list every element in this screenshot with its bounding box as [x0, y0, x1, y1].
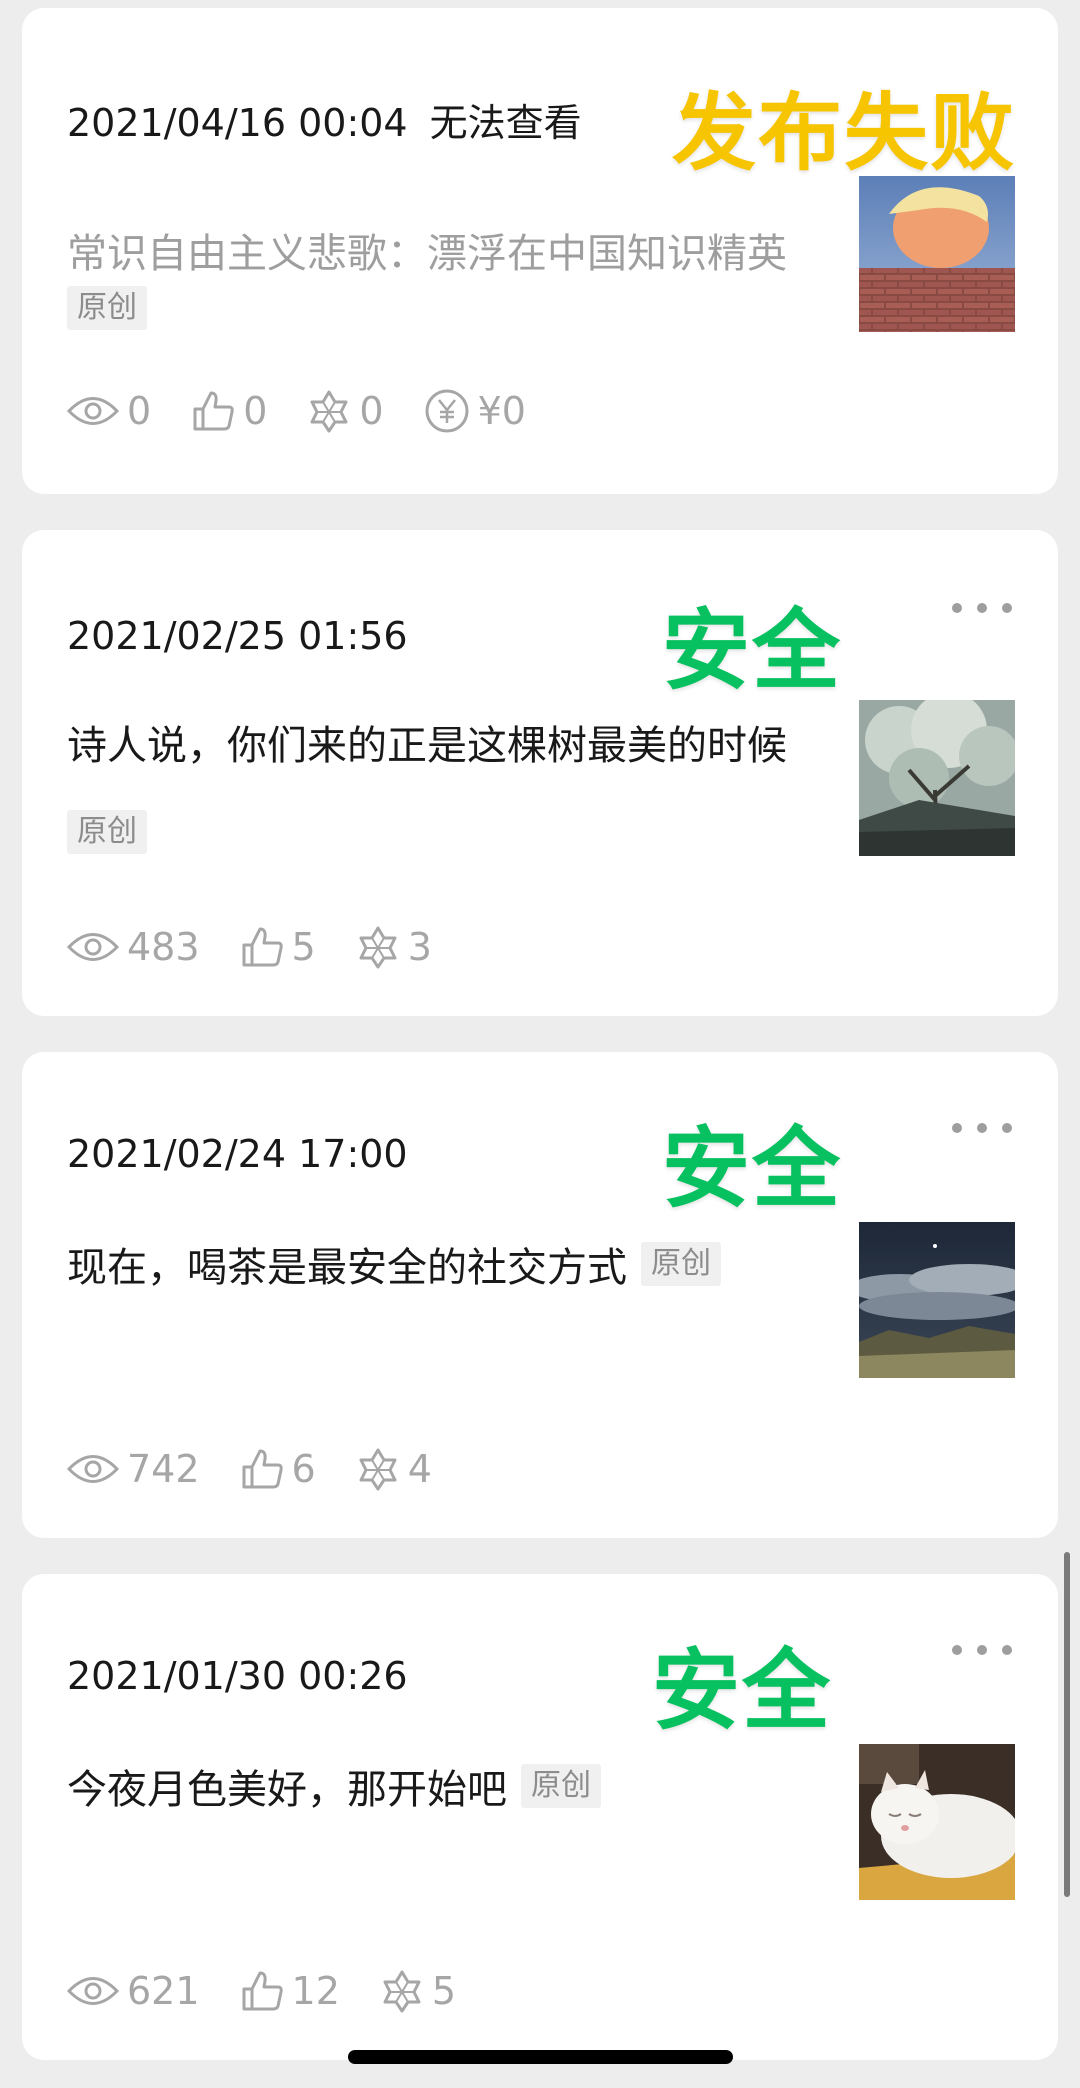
- eye-icon: [67, 1977, 119, 2005]
- views-count: 742: [127, 1447, 200, 1491]
- wow-stat: 5: [380, 1969, 456, 2013]
- article-status: 无法查看: [429, 101, 582, 145]
- likes-count: 5: [291, 925, 316, 969]
- wow-stat: 3: [356, 925, 432, 969]
- safe-overlay: 安全: [652, 1639, 833, 1742]
- dot: [977, 1645, 987, 1655]
- likes-count: 6: [291, 1447, 316, 1491]
- article-meta: 2021/01/30 00:26: [67, 1654, 408, 1698]
- thumbs-up-icon: [193, 391, 234, 431]
- article-date: 2021/01/30 00:26: [67, 1654, 408, 1698]
- dot: [952, 603, 962, 613]
- wow-star-icon: [383, 1970, 421, 2013]
- publish-failed-overlay: 发布失败: [672, 84, 1017, 182]
- thumbs-up-icon: [242, 1449, 283, 1489]
- likes-count: 12: [291, 1969, 340, 2013]
- original-badge: 原创: [67, 810, 147, 854]
- article-card[interactable]: 2021/02/25 01:56 安全 诗人说，你们来的正是这棵树最美的时候 原…: [22, 530, 1058, 1016]
- dot: [1002, 1123, 1012, 1133]
- article-list-page: 2021/04/16 00:04 无法查看 发布失败 常识自由主义悲歌：漂浮在中国…: [0, 0, 1080, 2088]
- dot: [952, 1123, 962, 1133]
- article-title[interactable]: 诗人说，你们来的正是这棵树最美的时候: [67, 713, 787, 771]
- more-options-button[interactable]: [952, 596, 1012, 620]
- original-badge: 原创: [641, 1242, 721, 1286]
- dot: [977, 1123, 987, 1133]
- dot: [1002, 603, 1012, 613]
- article-meta: 2021/04/16 00:04 无法查看: [67, 92, 582, 147]
- more-options-button[interactable]: [952, 1638, 1012, 1662]
- article-thumbnail[interactable]: [859, 1222, 1015, 1378]
- eye-icon: [67, 933, 119, 961]
- article-stats: 483 5 3: [67, 920, 472, 974]
- wow-star-icon: [359, 926, 397, 969]
- wow-stat: 4: [356, 1447, 432, 1491]
- article-title[interactable]: 现在，喝茶是最安全的社交方式: [67, 1235, 627, 1293]
- article-date: 2021/04/16 00:04: [67, 101, 408, 145]
- eye-icon: [67, 1455, 119, 1483]
- views-count: 483: [127, 925, 200, 969]
- article-thumbnail[interactable]: [859, 700, 1015, 856]
- views-stat: 621: [67, 1969, 200, 2013]
- dot: [977, 603, 987, 613]
- article-card[interactable]: 2021/04/16 00:04 无法查看 发布失败 常识自由主义悲歌：漂浮在中国…: [22, 8, 1058, 494]
- article-card[interactable]: 2021/02/24 17:00 安全 现在，喝茶是最安全的社交方式 原创 74…: [22, 1052, 1058, 1538]
- dot: [952, 1645, 962, 1655]
- reward-amount: ¥0: [477, 389, 526, 433]
- views-stat: 0: [67, 389, 151, 433]
- wow-stat: 0: [307, 389, 384, 433]
- views-count: 621: [127, 1969, 200, 2013]
- article-thumbnail[interactable]: [859, 176, 1015, 332]
- likes-stat: 0: [191, 389, 267, 433]
- article-stats: 0 0 0 ¥0: [67, 384, 566, 438]
- original-badge: 原创: [521, 1764, 601, 1808]
- likes-stat: 12: [240, 1969, 340, 2013]
- likes-stat: 6: [240, 1447, 316, 1491]
- thumbs-up-icon: [242, 927, 283, 967]
- article-date: 2021/02/25 01:56: [67, 614, 408, 658]
- safe-overlay: 安全: [662, 1117, 843, 1220]
- likes-stat: 5: [240, 925, 316, 969]
- article-title[interactable]: 今夜月色美好，那开始吧: [67, 1757, 507, 1815]
- wow-count: 5: [431, 1969, 457, 2013]
- article-title-row: 诗人说，你们来的正是这棵树最美的时候: [67, 710, 817, 774]
- wow-count: 4: [407, 1447, 432, 1491]
- article-date: 2021/02/24 17:00: [67, 1132, 408, 1176]
- safe-overlay: 安全: [662, 599, 843, 702]
- views-stat: 742: [67, 1447, 200, 1491]
- article-title[interactable]: 常识自由主义悲歌：漂浮在中国知识精英: [67, 221, 787, 279]
- wow-count: 3: [407, 925, 432, 969]
- original-badge: 原创: [67, 286, 147, 330]
- article-meta: 2021/02/24 17:00: [67, 1132, 408, 1176]
- scrollbar[interactable]: [1064, 1552, 1070, 1897]
- dot: [1002, 1645, 1012, 1655]
- article-stats: 621 12 5: [67, 1964, 496, 2018]
- home-indicator[interactable]: [348, 2050, 733, 2064]
- more-options-button[interactable]: [952, 1116, 1012, 1140]
- likes-count: 0: [243, 389, 268, 433]
- article-title-row: 现在，喝茶是最安全的社交方式 原创: [67, 1232, 817, 1296]
- reward-stat: ¥0: [424, 388, 526, 434]
- thumbs-up-icon: [242, 1971, 283, 2011]
- wow-star-icon: [359, 1448, 397, 1491]
- article-title-row: 今夜月色美好，那开始吧 原创: [67, 1754, 817, 1818]
- eye-icon: [67, 397, 119, 425]
- article-title-row: 常识自由主义悲歌：漂浮在中国知识精英: [67, 218, 817, 282]
- views-stat: 483: [67, 925, 200, 969]
- yen-coin-icon: [425, 389, 469, 433]
- article-thumbnail[interactable]: [859, 1744, 1015, 1900]
- article-card[interactable]: 2021/01/30 00:26 安全 今夜月色美好，那开始吧 原创 621 1…: [22, 1574, 1058, 2060]
- article-meta: 2021/02/25 01:56: [67, 614, 408, 658]
- wow-star-icon: [310, 390, 348, 433]
- wow-count: 0: [359, 389, 384, 433]
- article-stats: 742 6 4: [67, 1442, 472, 1496]
- views-count: 0: [127, 389, 152, 433]
